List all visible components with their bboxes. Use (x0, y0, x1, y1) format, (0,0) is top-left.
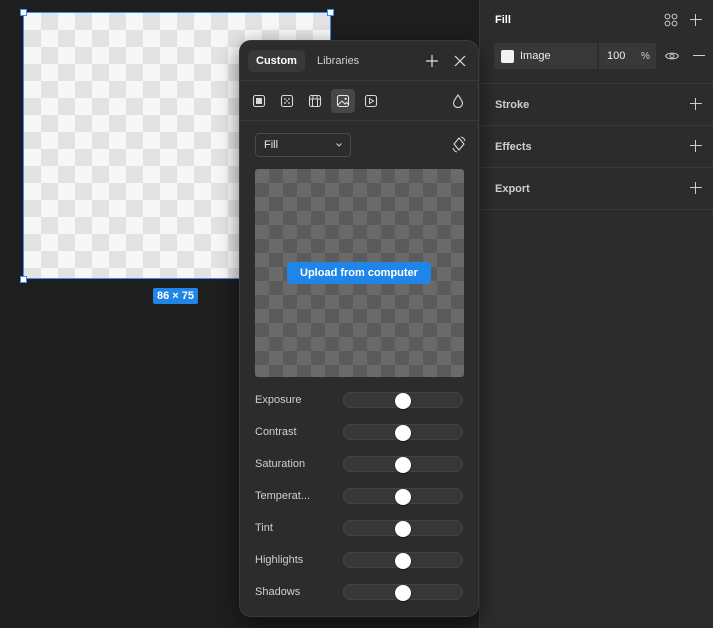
fill-type-field[interactable]: Image (494, 43, 597, 69)
adjustment-slider[interactable] (343, 488, 463, 505)
adjustment-slider[interactable] (343, 584, 463, 601)
slider-thumb[interactable] (395, 585, 411, 601)
adjustment-slider[interactable] (343, 456, 463, 473)
rotate-icon[interactable] (450, 135, 468, 155)
fill-opacity-field[interactable]: 100 % (599, 43, 656, 69)
resize-handle-top-right[interactable] (327, 9, 334, 16)
tab-libraries[interactable]: Libraries (317, 50, 359, 72)
remove-fill-icon[interactable] (692, 49, 706, 63)
image-preview: Upload from computer (255, 169, 464, 377)
adjustment-label: Saturation (255, 458, 306, 470)
image-mode-row: Fill (240, 121, 478, 169)
stroke-section: Stroke (480, 84, 713, 126)
adjustment-label: Contrast (255, 426, 297, 438)
adjustment-row: Highlights (255, 551, 464, 571)
fill-section-title: Fill (495, 14, 511, 26)
adjustment-label: Highlights (255, 554, 304, 566)
image-mode-value: Fill (264, 139, 279, 151)
slider-thumb[interactable] (395, 489, 411, 505)
adjustment-label: Shadows (255, 586, 301, 598)
slider-thumb[interactable] (395, 553, 411, 569)
add-fill-icon[interactable] (688, 12, 704, 28)
adjustment-row: Shadows (255, 583, 464, 603)
adjustment-label: Temperat... (255, 490, 311, 502)
fill-swatch[interactable] (501, 49, 514, 63)
fill-picker-popup: Custom Libraries Fill Upload from comput… (239, 40, 479, 617)
pattern-icon[interactable] (303, 89, 327, 113)
chevron-down-icon (336, 143, 342, 147)
slider-thumb[interactable] (395, 521, 411, 537)
add-export-icon[interactable] (688, 180, 704, 196)
adjustment-row: Exposure (255, 391, 464, 411)
drop-icon[interactable] (446, 89, 470, 113)
upload-from-computer-button[interactable]: Upload from computer (287, 262, 431, 284)
adjustment-label: Tint (255, 522, 273, 534)
slider-thumb[interactable] (395, 457, 411, 473)
properties-panel: Fill Image 100 % Stroke Effects Export (479, 0, 713, 628)
fill-opacity-value[interactable]: 100 (607, 50, 633, 62)
resize-handle-top-left[interactable] (20, 9, 27, 16)
gradient-icon[interactable] (275, 89, 299, 113)
adjustment-row: Temperat... (255, 487, 464, 507)
effects-section-header: Effects (480, 126, 713, 167)
picker-tab-bar: Custom Libraries (240, 41, 478, 81)
plus-icon[interactable] (424, 53, 440, 69)
effects-section-title: Effects (495, 140, 532, 153)
add-effect-icon[interactable] (688, 138, 704, 154)
stroke-section-header: Stroke (480, 84, 713, 125)
adjustment-slider[interactable] (343, 520, 463, 537)
fill-opacity-unit: % (641, 50, 650, 62)
slider-thumb[interactable] (395, 393, 411, 409)
add-stroke-icon[interactable] (688, 96, 704, 112)
fill-type-label: Image (520, 50, 551, 62)
fill-type-row (240, 81, 478, 121)
export-section-header: Export (480, 168, 713, 209)
export-section-title: Export (495, 182, 530, 195)
video-icon[interactable] (359, 89, 383, 113)
eye-icon[interactable] (664, 49, 680, 63)
adjustment-slider[interactable] (343, 424, 463, 441)
adjustment-row: Tint (255, 519, 464, 539)
adjustment-slider[interactable] (343, 552, 463, 569)
adjustment-row: Saturation (255, 455, 464, 475)
close-icon[interactable] (452, 53, 468, 69)
fill-section: Fill Image 100 % (480, 0, 713, 84)
styles-grid-icon[interactable] (663, 12, 679, 28)
adjustment-slider[interactable] (343, 392, 463, 409)
resize-handle-bottom-left[interactable] (20, 276, 27, 283)
export-section: Export (480, 168, 713, 210)
stroke-section-title: Stroke (495, 98, 530, 111)
adjustment-label: Exposure (255, 394, 302, 406)
effects-section: Effects (480, 126, 713, 168)
fill-layer-row[interactable]: Image 100 % (494, 43, 656, 69)
image-mode-select[interactable]: Fill (255, 133, 351, 157)
image-icon[interactable] (331, 89, 355, 113)
slider-thumb[interactable] (395, 425, 411, 441)
size-badge: 86 × 75 (153, 288, 199, 304)
tab-custom[interactable]: Custom (248, 50, 305, 72)
solid-icon[interactable] (247, 89, 271, 113)
adjustment-row: Contrast (255, 423, 464, 443)
